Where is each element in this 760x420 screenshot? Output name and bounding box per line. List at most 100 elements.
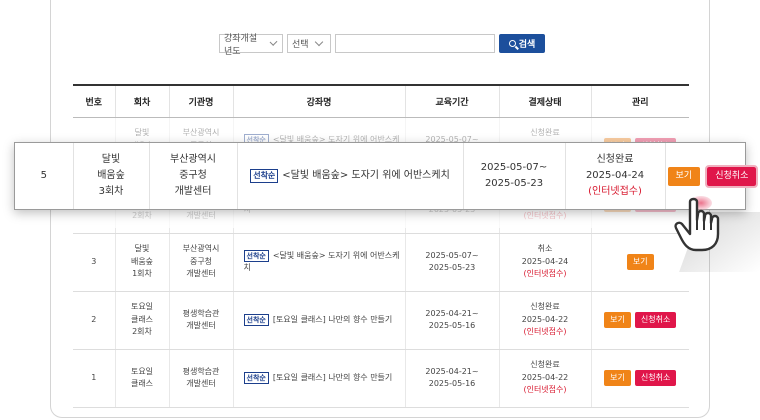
row-period: 2025-05-07~ 2025-05-23: [404, 233, 499, 292]
org-line: 개발센터: [186, 321, 216, 330]
table-row: 2 토요일클래스 2회차 평생학습관개발센터 선착순 [토요일 클래스] 나만의 향수 만…: [73, 291, 689, 350]
period-line: 2025-04-21~: [425, 366, 479, 376]
year-select[interactable]: 강좌개설년도: [219, 34, 283, 57]
status-text: 신청완료: [530, 360, 560, 370]
row-course[interactable]: 선착순<달빛 배움숲> 도자기 위에 어반스케치: [236, 143, 463, 209]
search-input[interactable]: [335, 34, 495, 53]
org-line: 평생학습관: [182, 366, 220, 376]
header-number: 번호: [73, 84, 115, 118]
period-line: 2025-05-23: [428, 263, 476, 272]
first-come-badge: 선착순: [243, 371, 269, 384]
status-text: 신청완료: [530, 302, 560, 312]
org-line: 개발센터: [186, 269, 216, 279]
row-period: 2025-05-07~ 2025-05-23: [462, 143, 565, 209]
row-course[interactable]: 선착순 [토요일 클래스] 나만의 향수 만들기: [232, 291, 405, 350]
status-note: (인터넷접수): [523, 269, 567, 279]
row-status: 신청완료 2025-04-22 (인터넷접수): [498, 349, 591, 408]
first-come-badge: 선착순: [243, 313, 269, 326]
search-icon: [508, 40, 516, 47]
status-date: 2025-04-24: [521, 256, 569, 266]
table-row: 3 달빛 배움숲 1회차 부산광역시 중구청 개발센터 선착순 <달빛 배움숲> 도자기 위에 …: [73, 233, 689, 292]
header-session: 회차: [114, 84, 169, 118]
hand-pointer-icon: [674, 197, 720, 252]
session-line: 클래스: [130, 314, 154, 324]
cancel-application-button[interactable]: 신청취소: [705, 164, 759, 188]
view-button[interactable]: 보기: [604, 370, 631, 386]
course-title[interactable]: [토요일 클래스] 나만의 향수 만들기: [273, 315, 392, 324]
session-line: 2회차: [132, 327, 152, 337]
header-course: 강좌명: [232, 84, 405, 118]
row-number: 5: [40, 170, 47, 181]
status-text: 취소: [537, 244, 553, 254]
row-actions: 보기신청취소: [590, 291, 689, 350]
row-session: 토요일클래스: [114, 349, 169, 408]
row-session: 토요일클래스 2회차: [114, 291, 169, 350]
period-start: 2025-05-07~: [480, 162, 548, 173]
course-title[interactable]: [토요일 클래스] 나만의 향수 만들기: [273, 373, 392, 382]
period-end: 2025-05-23: [484, 178, 544, 189]
status-text: 신청완료: [596, 154, 634, 165]
view-button[interactable]: 보기: [667, 166, 701, 186]
row-status: 신청완료 2025-04-24 (인터넷접수): [564, 143, 665, 209]
org-line: 중구청: [189, 256, 213, 266]
table-header: 번호 회차 기관명 강좌명 교육기간 결제상태 관리: [73, 84, 689, 118]
status-date: 2025-04-24: [585, 170, 645, 181]
session-line: 배움숲: [130, 256, 154, 266]
status-note: (인터넷접수): [523, 327, 567, 337]
search-bar: 강좌개설년도 선택 검색: [219, 34, 545, 57]
cancel-application-button[interactable]: 신청취소: [634, 370, 677, 386]
org-line: 부산광역시: [182, 244, 220, 254]
session-line: 3회차: [98, 186, 124, 197]
chevron-down-icon: [269, 38, 278, 46]
first-come-badge: 선착순: [243, 249, 269, 262]
row-org: 평생학습관개발센터: [168, 349, 233, 408]
view-button[interactable]: 보기: [626, 254, 654, 270]
row-actions: 보기신청취소: [590, 349, 689, 408]
status-note: (인터넷접수): [588, 186, 642, 197]
status-date: 2025-04-22: [521, 314, 569, 324]
row-period: 2025-04-21~ 2025-05-16: [404, 291, 499, 350]
table-row: 1 토요일 클래스 평생학습관 개발센터 선착순 [토요일 클래스] 나만의 향수 만들기 2…: [73, 349, 689, 408]
row-course[interactable]: 선착순<달빛 배움숲> 도자기 위에 어반스케치: [232, 233, 405, 292]
search-button-label: 검색: [518, 40, 536, 50]
session-line: 달빛: [134, 244, 150, 254]
status-note: (인터넷접수): [523, 385, 567, 395]
table-row: 5 달빛 배움숲 3회차 부산광역시 중구청 개발센터 선착순 <달빛 배움숲> …: [15, 143, 759, 209]
session-line: 클래스: [130, 379, 154, 388]
cancel-application-button[interactable]: 신청취소: [634, 312, 677, 328]
session-line: 달빛: [101, 154, 121, 165]
session-line: 배움숲: [97, 170, 125, 181]
org-line: 개발센터: [174, 186, 212, 197]
row-number: 2: [73, 291, 115, 350]
row-session: 달빛배움숲 1회차: [114, 233, 169, 292]
period-line: 2025-04-21~: [425, 308, 479, 318]
search-button[interactable]: 검색: [499, 34, 545, 53]
category-select-label: 선택: [292, 40, 309, 50]
chevron-down-icon: [314, 37, 323, 47]
org-line: 평생학습관: [182, 308, 220, 318]
session-line: 토요일: [130, 302, 154, 312]
session-line: 토요일: [130, 366, 154, 376]
header-manage: 관리: [590, 84, 689, 118]
zoomed-row: 5 달빛 배움숲 3회차 부산광역시 중구청 개발센터 선착순 <달빛 배움숲> …: [14, 142, 759, 210]
view-button[interactable]: 보기: [604, 312, 631, 328]
category-select[interactable]: 선택: [287, 34, 331, 53]
row-org: 부산광역시 중구청 개발센터: [148, 143, 237, 209]
header-org: 기관명: [168, 84, 233, 118]
row-org: 부산광역시중구청개발센터: [168, 233, 233, 292]
row-period: 2025-04-21~ 2025-05-16: [404, 349, 499, 408]
row-session: 달빛 배움숲 3회차: [72, 143, 149, 209]
row-number: 1: [73, 349, 115, 408]
status-date: 2025-04-22: [521, 372, 569, 382]
row-status: 취소 2025-04-24 (인터넷접수): [498, 233, 591, 292]
session-line: 1회차: [132, 269, 152, 279]
header-status: 결제상태: [498, 84, 591, 118]
period-line: 2025-05-16: [428, 321, 476, 330]
row-course[interactable]: 선착순 [토요일 클래스] 나만의 향수 만들기: [232, 349, 405, 408]
course-title[interactable]: <달빛 배움숲> 도자기 위에 어반스케치: [282, 170, 449, 181]
org-line: 중구청: [179, 170, 207, 181]
org-line: 개발센터: [186, 379, 216, 388]
period-line: 2025-05-07~: [425, 250, 479, 260]
row-number: 3: [73, 233, 115, 292]
year-select-label: 강좌개설년도: [224, 33, 258, 57]
